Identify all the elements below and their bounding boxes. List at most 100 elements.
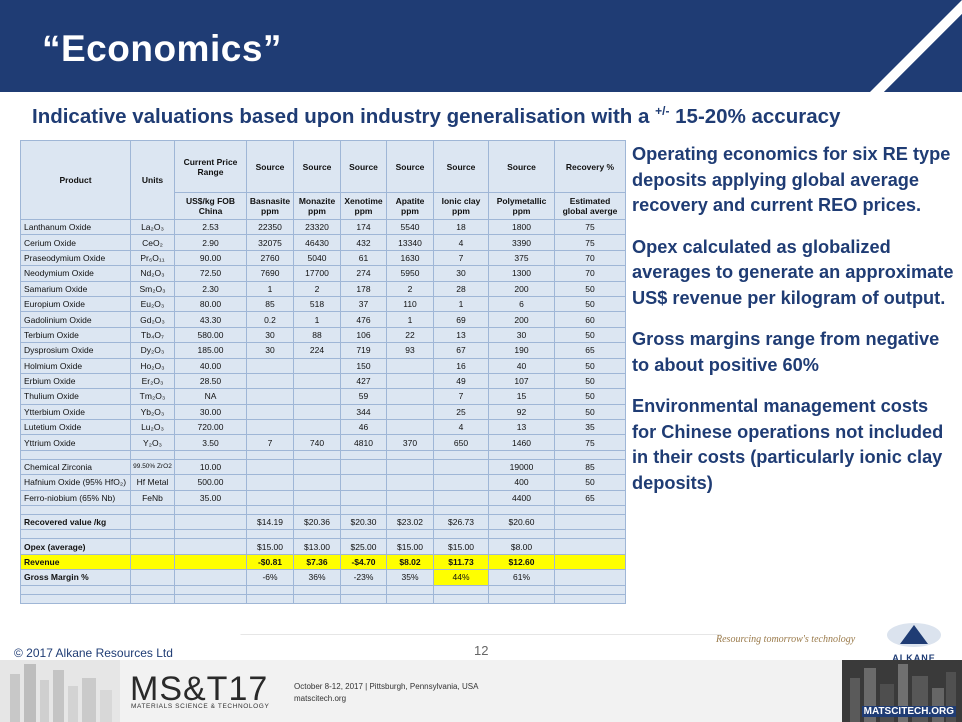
polymetallic-cell: 375 [488, 249, 555, 267]
recovered-value-row: Recovered value /kg $14.19 $20.36 $20.30… [20, 514, 626, 531]
revenue-basnasite: -$0.81 [246, 553, 294, 571]
polymetallic-cell: 19000 [488, 458, 555, 476]
units-cell: Y₂O₃ [130, 434, 175, 451]
header-ionic-clay: Ionic clay ppm [433, 192, 489, 220]
header-source-6: Source [488, 140, 555, 193]
basnasite-cell [246, 474, 294, 491]
apatite-cell: 5950 [386, 265, 434, 282]
table-row: Cerium Oxide CeO₂ 2.90 32075 46430 432 13340 4 3… [20, 234, 626, 251]
polymetallic-cell: 107 [488, 372, 555, 390]
recovery-cell: 50 [554, 403, 626, 421]
margin-polymetallic: 61% [488, 569, 555, 586]
opex-monazite: $13.00 [293, 538, 341, 555]
revenue-row: Revenue -$0.81 $7.36 -$4.70 $8.02 $11.73… [20, 553, 626, 571]
polymetallic-cell: 1300 [488, 265, 555, 282]
table-row: Thulium Oxide Tm₂O₃ NA 59 7 15 50 [20, 388, 626, 405]
basnasite-cell: 85 [246, 295, 294, 313]
polymetallic-cell: 15 [488, 388, 555, 405]
recovery-cell: 50 [554, 357, 626, 374]
xenotime-cell [340, 489, 387, 507]
ionic-clay-cell: 25 [433, 403, 489, 421]
product-cell: Ferro-niobium (65% Nb) [20, 489, 131, 507]
units-cell: Hf Metal [130, 474, 175, 491]
product-cell: Praseodymium Oxide [20, 249, 131, 267]
ionic-clay-cell: 13 [433, 326, 489, 344]
economics-rows: Recovered value /kg $14.19 $20.36 $20.30… [20, 505, 626, 604]
bullet-4: Environmental management costs for Chine… [632, 396, 944, 493]
polymetallic-cell: 200 [488, 280, 555, 297]
apatite-cell: 5540 [386, 218, 434, 236]
slide-subtitle: Indicative valuations based upon industr… [32, 104, 840, 129]
basnasite-cell: 30 [246, 342, 294, 359]
monazite-cell: 2 [293, 280, 341, 297]
table-row: Lanthanum Oxide La₂O₃ 2.53 22350 23320 174 554… [20, 218, 626, 236]
header-price: Current Price Range [174, 140, 247, 193]
revenue-xenotime: -$4.70 [340, 553, 387, 571]
recovery-cell: 65 [554, 342, 626, 359]
event-website: matscitech.org [294, 694, 347, 703]
matscitech-badge: MATSCITECH.ORG [861, 706, 956, 717]
units-cell: Yb₂O₃ [130, 403, 175, 421]
opex-row: Opex (average) $15.00 $13.00 $25.00 $15.… [20, 538, 626, 555]
price-cell: 500.00 [174, 474, 247, 491]
polymetallic-cell: 40 [488, 357, 555, 374]
table-row: Gadolinium Oxide Gd₂O₃ 43.30 0.2 1 476 1 69 200 6… [20, 311, 626, 328]
price-cell: 30.00 [174, 403, 247, 421]
product-cell: Lutetium Oxide [20, 419, 131, 436]
monazite-cell: 46430 [293, 234, 341, 251]
table-row: Neodymium Oxide Nd₂O₃ 72.50 7690 17700 274 595… [20, 265, 626, 282]
ionic-clay-cell: 1 [433, 295, 489, 313]
table-row: Erbium Oxide Er₂O₃ 28.50 427 49 107 50 [20, 372, 626, 390]
monazite-cell [293, 372, 341, 390]
opex-label: Opex (average) [20, 538, 131, 555]
apatite-cell: 2 [386, 280, 434, 297]
header-xenotime: Xenotime ppm [340, 192, 387, 220]
header-corner-stripe [870, 0, 962, 92]
price-cell: 3.50 [174, 434, 247, 451]
xenotime-cell: 178 [340, 280, 387, 297]
recovery-cell: 50 [554, 280, 626, 297]
basnasite-cell [246, 388, 294, 405]
product-cell: Ytterbium Oxide [20, 403, 131, 421]
header-source-4: Source [386, 140, 434, 193]
basnasite-cell [246, 357, 294, 374]
xenotime-cell: 344 [340, 403, 387, 421]
price-cell: 580.00 [174, 326, 247, 344]
margin-ionic: 44% [433, 569, 489, 586]
margin-monazite: 36% [293, 569, 341, 586]
xenotime-cell: 59 [340, 388, 387, 405]
apatite-cell [386, 403, 434, 421]
price-cell: 80.00 [174, 295, 247, 313]
price-cell: 43.30 [174, 311, 247, 328]
recovery-cell: 35 [554, 419, 626, 436]
price-cell: 2.30 [174, 280, 247, 297]
header-price-sub: US$/kg FOB China [174, 192, 247, 220]
spacer-row [20, 505, 626, 516]
monazite-cell [293, 403, 341, 421]
recovery-cell: 75 [554, 234, 626, 251]
apatite-cell [386, 357, 434, 374]
units-cell: Er₂O₃ [130, 372, 175, 390]
valuation-table-container: Product Units Current Price Range Source… [20, 140, 626, 604]
basnasite-cell: 30 [246, 326, 294, 344]
page-number: 12 [474, 643, 489, 658]
xenotime-cell: 61 [340, 249, 387, 267]
opex-ionic: $15.00 [433, 538, 489, 555]
opex-xenotime: $25.00 [340, 538, 387, 555]
revenue-monazite: $7.36 [293, 553, 341, 571]
polymetallic-cell: 6 [488, 295, 555, 313]
alkane-triangle-icon [887, 623, 941, 647]
price-cell: 35.00 [174, 489, 247, 507]
price-cell: 10.00 [174, 458, 247, 476]
table-row: Hafnium Oxide (95% HfO₂) Hf Metal 500.00 40… [20, 474, 626, 491]
side-watermark [4, 100, 18, 620]
units-cell: 99.50% ZrO2 [130, 458, 175, 476]
product-cell: Cerium Oxide [20, 234, 131, 251]
header-polymetallic: Polymetallic ppm [488, 192, 555, 220]
units-cell: Tb₄O₇ [130, 326, 175, 344]
basnasite-cell [246, 489, 294, 507]
xenotime-cell: 476 [340, 311, 387, 328]
monazite-cell [293, 458, 341, 476]
apatite-cell [386, 419, 434, 436]
apatite-cell [386, 372, 434, 390]
